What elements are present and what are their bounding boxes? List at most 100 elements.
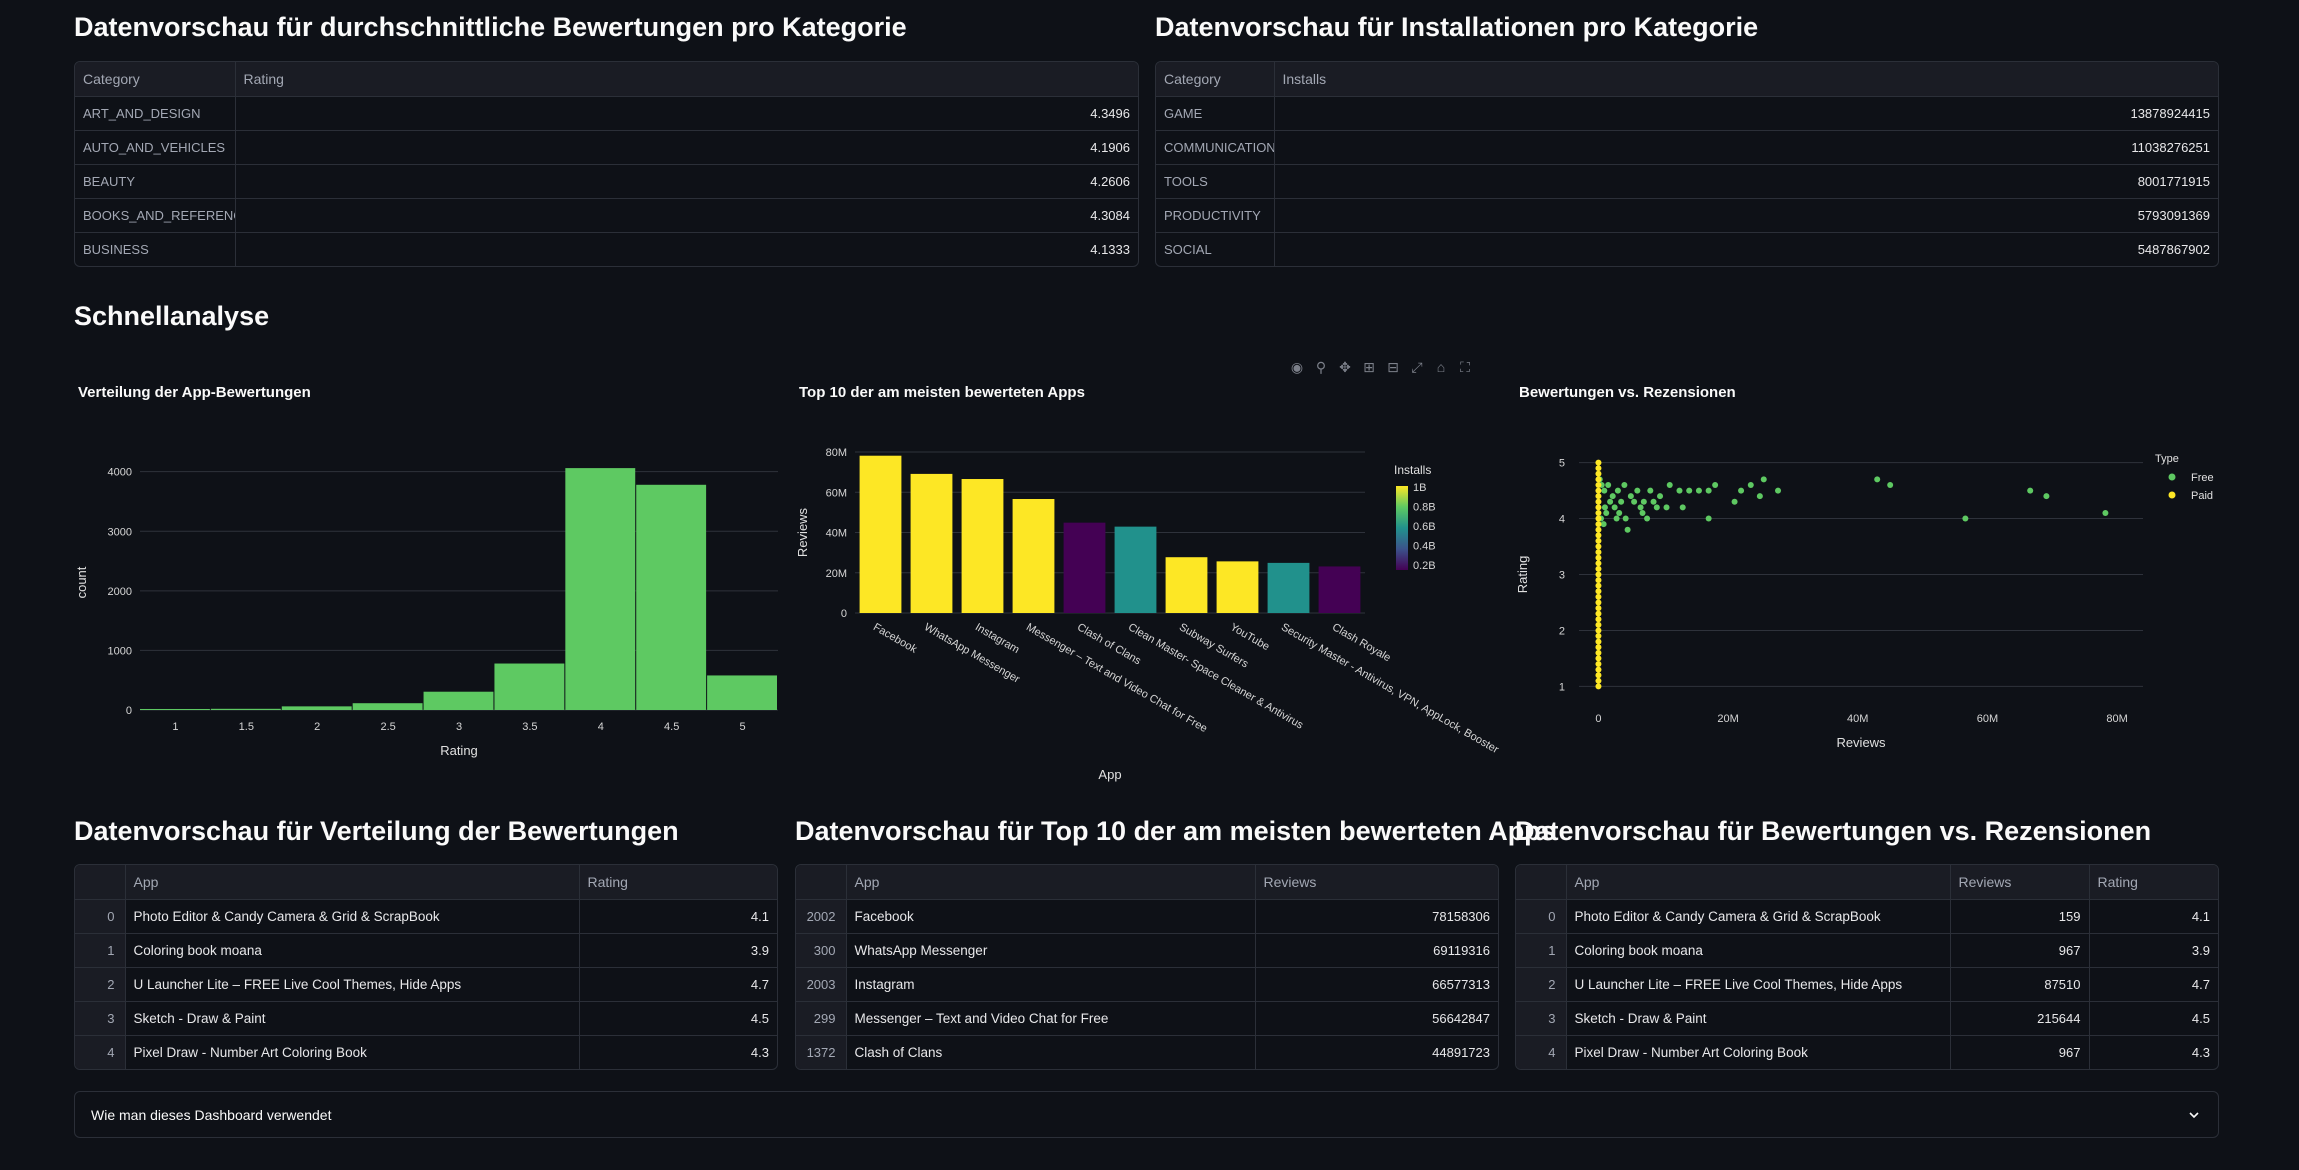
table-cell: Pixel Draw - Number Art Coloring Book xyxy=(1566,1035,1951,1069)
table-row[interactable]: BUSINESS 4.1333 xyxy=(75,232,1138,266)
scatter-point xyxy=(1634,487,1641,494)
x-tick-label: 60M xyxy=(1977,713,1998,725)
table-row[interactable]: PRODUCTIVITY 5793091369 xyxy=(1156,198,2218,233)
chart-title-scatter: Bewertungen vs. Rezensionen xyxy=(1519,384,1736,401)
table-row[interactable]: ART_AND_DESIGN 4.3496 xyxy=(75,96,1138,131)
chart-toolbar: ◉ ⚲ ✥ ⊞ ⊟ ⤢ ⌂ ⛶ xyxy=(1288,358,1474,378)
column-header[interactable]: App xyxy=(846,865,1256,900)
y-tick-label: 3000 xyxy=(108,526,132,538)
scatter-point xyxy=(1686,487,1693,494)
table-row[interactable]: BOOKS_AND_REFERENCE 4.3084 xyxy=(75,198,1138,233)
y-tick-label: 4000 xyxy=(108,467,132,479)
scatter-point xyxy=(1595,465,1602,472)
column-header[interactable]: Reviews xyxy=(1255,865,1498,900)
table-row[interactable]: AUTO_AND_VEHICLES 4.1906 xyxy=(75,130,1138,165)
help-expander[interactable]: Wie man dieses Dashboard verwendet xyxy=(74,1091,2219,1138)
x-tick-label: 3 xyxy=(456,721,462,733)
table-row[interactable]: 3 Sketch - Draw & Paint 215644 4.5 xyxy=(1516,1001,2218,1036)
rating-histogram-chart[interactable]: 0 1000 2000 3000 4000 1 1.5 2 2.5 3 3.5 4 4.5 5 Rating… xyxy=(74,400,784,770)
camera-icon[interactable]: ◉ xyxy=(1288,358,1306,376)
table-cell: 4.3 xyxy=(2191,1044,2210,1060)
scatter-point xyxy=(1595,621,1602,628)
table-row[interactable]: TOOLS 8001771915 xyxy=(1156,164,2218,199)
table-row[interactable]: 299 Messenger – Text and Video Chat for F… xyxy=(796,1001,1498,1036)
table-row[interactable]: GAME 13878924415 xyxy=(1156,96,2218,131)
column-header[interactable]: Category xyxy=(75,62,236,97)
column-header[interactable]: Rating xyxy=(235,62,1138,97)
table-row[interactable]: 0 Photo Editor & Candy Camera & Grid & Sc… xyxy=(75,899,777,934)
column-header[interactable] xyxy=(1516,865,1567,900)
scatter-point xyxy=(1595,476,1602,483)
pan-icon[interactable]: ✥ xyxy=(1336,358,1354,376)
section-title-avg-rating: Datenvorschau für durchschnittliche Bewe… xyxy=(74,12,907,42)
table-cell: 2 xyxy=(1516,967,1567,1002)
scatter-point xyxy=(1595,666,1602,673)
reset-icon[interactable]: ⌂ xyxy=(1432,358,1450,376)
scatter-point xyxy=(1627,493,1634,500)
column-header[interactable] xyxy=(796,865,847,900)
table-cell: TOOLS xyxy=(1156,164,1275,199)
table-row[interactable]: 4 Pixel Draw - Number Art Coloring Book 96… xyxy=(1516,1035,2218,1069)
table-row[interactable]: 2U Launcher Lite – FREE Live Cool Themes… xyxy=(1516,967,2218,1002)
table-row[interactable]: 2002 Facebook 78158306 xyxy=(796,899,1498,934)
column-header[interactable]: App xyxy=(125,865,580,900)
table-row[interactable]: 4 Pixel Draw - Number Art Coloring Book 4.… xyxy=(75,1035,777,1069)
table-row[interactable]: 1 Coloring book moana 3.9 xyxy=(75,933,777,968)
scatter-point xyxy=(1595,521,1602,528)
table-row[interactable]: 0 Photo Editor & Candy Camera & Grid & Sc… xyxy=(1516,899,2218,934)
table-row[interactable]: 2U Launcher Lite – FREE Live Cool Themes… xyxy=(75,967,777,1002)
top10-reviews-chart[interactable]: 0 20M 40M 60M 80M Facebook WhatsApp Messenger I… xyxy=(795,400,1505,800)
table-cell: 2003 xyxy=(796,967,847,1002)
column-header[interactable]: Reviews xyxy=(1950,865,2090,900)
scatter-point xyxy=(1595,554,1602,561)
table-row[interactable]: SOCIAL 5487867902 xyxy=(1156,232,2218,266)
preview-ratings-table[interactable]: App Rating 0 Photo Editor & Candy Camera & … xyxy=(74,864,778,1070)
table-row[interactable]: 300 WhatsApp Messenger 69119316 xyxy=(796,933,1498,968)
column-header[interactable]: Rating xyxy=(579,865,777,900)
column-header[interactable]: Installs xyxy=(1274,62,2218,97)
installs-table[interactable]: Category Installs GAME 13878924415 COMMUNICA… xyxy=(1155,61,2219,267)
zoom-in-icon[interactable]: ⊞ xyxy=(1360,358,1378,376)
table-cell: 4.7 xyxy=(579,967,777,1002)
scatter-point xyxy=(1605,481,1612,488)
scatter-point xyxy=(1663,504,1670,511)
table-row[interactable]: 1 Coloring book moana 967 3.9 xyxy=(1516,933,2218,968)
column-header[interactable] xyxy=(75,865,126,900)
scatter-point xyxy=(1695,487,1702,494)
column-header[interactable]: Category xyxy=(1156,62,1275,97)
scatter-point xyxy=(1595,649,1602,656)
preview-top10-table[interactable]: App Reviews 2002 Facebook 78158306 300 WhatsAp… xyxy=(795,864,1499,1070)
legend-label: Free xyxy=(2191,472,2214,484)
table-cell: 967 xyxy=(1950,1035,2090,1069)
legend-marker xyxy=(2168,491,2176,499)
table-row[interactable]: COMMUNICATION 11038276251 xyxy=(1156,130,2218,165)
fullscreen-icon[interactable]: ⛶ xyxy=(1456,358,1474,376)
x-tick-label: 5 xyxy=(739,721,745,733)
rating-vs-reviews-chart[interactable]: 1 2 3 4 5 0 20M 40M 60M 80M Reviews Rating Type Free P… xyxy=(1515,400,2225,770)
scatter-point xyxy=(1650,498,1657,505)
x-axis-label: Rating xyxy=(440,743,478,758)
autoscale-icon[interactable]: ⤢ xyxy=(1408,358,1426,376)
scatter-point xyxy=(1676,487,1683,494)
histogram-bar xyxy=(352,703,423,710)
column-header[interactable]: Rating xyxy=(2089,865,2218,900)
section-title-installs: Datenvorschau für Installationen pro Kat… xyxy=(1155,12,1759,42)
histogram-bar xyxy=(423,691,494,710)
table-cell: GAME xyxy=(1156,96,1275,131)
table-row[interactable]: 2003 Instagram 66577313 xyxy=(796,967,1498,1002)
table-cell: 13878924415 xyxy=(1274,96,2218,131)
table-cell: 299 xyxy=(796,1001,847,1036)
scatter-point xyxy=(1595,560,1602,567)
zoom-out-icon[interactable]: ⊟ xyxy=(1384,358,1402,376)
table-cell: 2002 xyxy=(796,899,847,934)
table-row[interactable]: 3 Sketch - Draw & Paint 4.5 xyxy=(75,1001,777,1036)
table-row[interactable]: 1372 Clash of Clans 44891723 xyxy=(796,1035,1498,1069)
table-row[interactable]: BEAUTY 4.2606 xyxy=(75,164,1138,199)
zoom-icon[interactable]: ⚲ xyxy=(1312,358,1330,376)
column-header[interactable]: App xyxy=(1566,865,1951,900)
colorbar-tick: 0.8B xyxy=(1413,502,1436,514)
scatter-point xyxy=(1595,683,1602,690)
preview-scatter-table[interactable]: App Reviews Rating 0 Photo Editor & Candy Ca… xyxy=(1515,864,2219,1070)
avg-rating-table[interactable]: Category Rating ART_AND_DESIGN 4.3496 AUTO_A… xyxy=(74,61,1139,267)
scatter-point xyxy=(1653,504,1660,511)
